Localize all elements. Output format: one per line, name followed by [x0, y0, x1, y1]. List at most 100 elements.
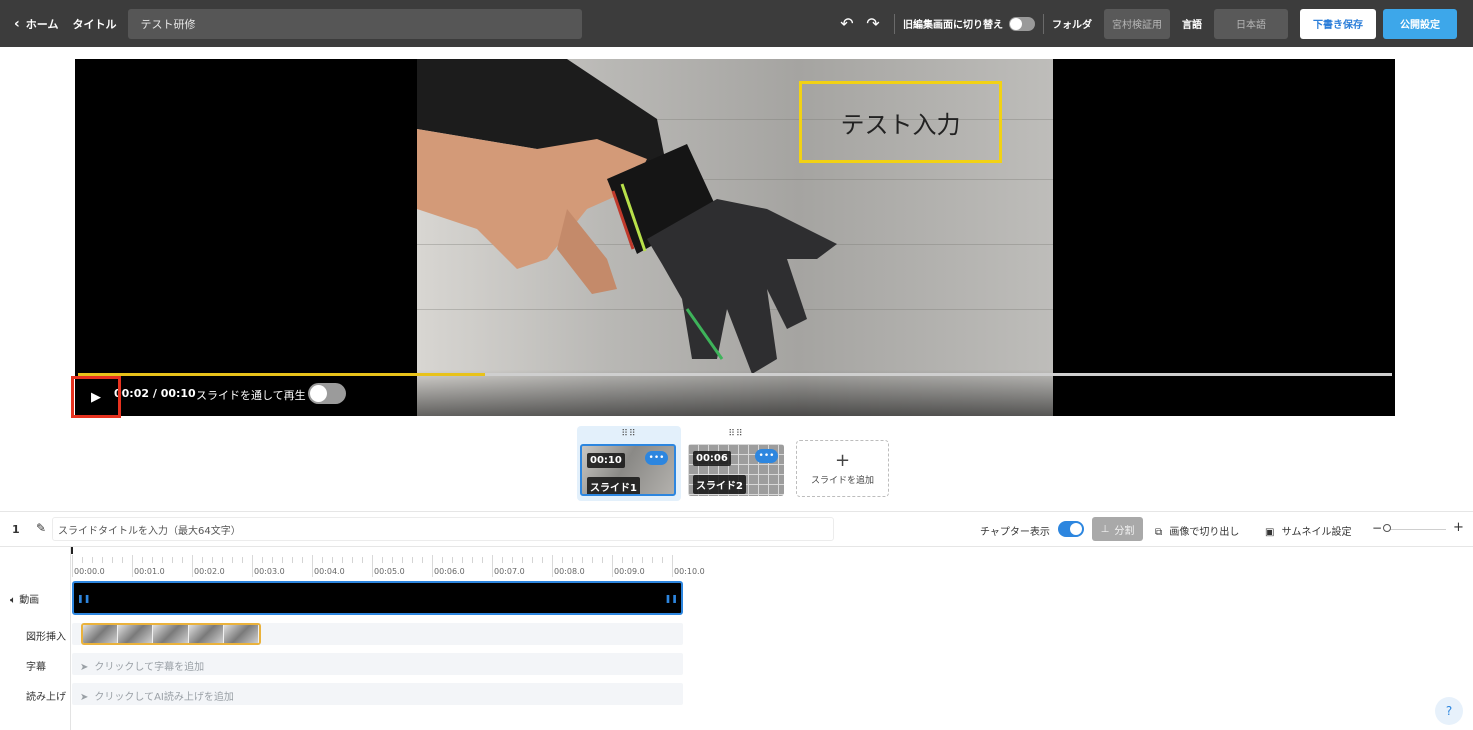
narration-hint[interactable]: ➤ クリックしてAI読み上げを追加: [80, 688, 234, 703]
ruler-tick-minor: [622, 557, 623, 563]
zoom-slider[interactable]: [1386, 529, 1446, 530]
slide-through-toggle[interactable]: [308, 383, 346, 404]
track-label-video: 🔈︎ 動画: [10, 595, 40, 606]
ruler-tick-major: [612, 555, 613, 577]
timeline: 00:00.0 00:01.0 00:02.0 00:03.0 00:04.0 00:05…: [0, 547, 1473, 730]
slide-card-1[interactable]: ⠿⠿ 00:10 スライド1 •••: [577, 426, 681, 501]
ruler-tick-minor: [112, 557, 113, 563]
ruler-tick-minor: [402, 557, 403, 563]
ruler-tick-major: [432, 555, 433, 577]
ruler-tick-minor: [512, 557, 513, 563]
progress-bar[interactable]: [78, 373, 1392, 376]
ruler-tick-major: [72, 555, 73, 577]
redo-icon[interactable]: ↷: [860, 14, 886, 33]
ruler-tick-minor: [422, 557, 423, 563]
top-bar: ‹ ホーム タイトル テスト研修 ↶ ↷ 旧編集画面に切り替え フォルダ 宮村検…: [0, 0, 1473, 47]
help-button[interactable]: ?: [1435, 697, 1463, 725]
ruler-tick-label: 00:07.0: [494, 567, 525, 576]
progress-fill: [78, 373, 486, 376]
ruler-tick-minor: [442, 557, 443, 563]
ruler-tick-minor: [592, 557, 593, 563]
ruler-tick-minor: [232, 557, 233, 563]
ruler-tick-minor: [272, 557, 273, 563]
cursor-icon: ➤: [80, 692, 89, 703]
chapter-display-label: チャプター表示: [980, 527, 1050, 538]
publish-settings-button[interactable]: 公開設定: [1383, 8, 1457, 39]
speaker-icon[interactable]: 🔈︎: [10, 595, 16, 606]
split-button[interactable]: ⊥ 分割: [1092, 517, 1143, 541]
ruler-tick-minor: [522, 557, 523, 563]
ruler-tick-minor: [462, 557, 463, 563]
ruler-tick-minor: [342, 557, 343, 563]
video-clip[interactable]: ❚❚ ❚❚: [72, 581, 683, 615]
zoom-out-button[interactable]: −: [1372, 521, 1382, 535]
more-icon[interactable]: •••: [755, 449, 778, 463]
timeline-ruler[interactable]: 00:00.0 00:01.0 00:02.0 00:03.0 00:04.0 00:05…: [72, 547, 712, 577]
chapter-display-toggle[interactable]: [1058, 521, 1084, 537]
ruler-tick-label: 00:08.0: [554, 567, 585, 576]
slide-toolbar: 1 ✎ スライドタイトルを入力（最大64文字） チャプター表示 ⊥ 分割 ⧉ 画…: [0, 511, 1473, 547]
ruler-tick-minor: [122, 557, 123, 563]
crop-icon: ⧉: [1155, 527, 1163, 538]
ruler-tick-minor: [482, 557, 483, 563]
language-select[interactable]: 日本語: [1214, 8, 1288, 39]
more-icon[interactable]: •••: [645, 451, 668, 465]
add-slide-button[interactable]: + スライドを追加: [796, 440, 889, 497]
ruler-tick-minor: [562, 557, 563, 563]
pencil-icon: ✎: [36, 521, 47, 535]
ruler-tick-minor: [142, 557, 143, 563]
trim-handle-right[interactable]: ❚❚: [665, 594, 678, 603]
zoom-slider-handle[interactable]: [1383, 524, 1391, 532]
ruler-tick-minor: [242, 557, 243, 563]
slide-thumbnail[interactable]: 00:06 スライド2 •••: [688, 444, 784, 496]
shape-clip[interactable]: [81, 623, 261, 645]
legacy-switch-toggle[interactable]: [1009, 16, 1035, 31]
slide-title-input[interactable]: スライドタイトルを入力（最大64文字）: [52, 517, 834, 541]
undo-icon[interactable]: ↶: [834, 14, 860, 33]
folder-label: フォルダ: [1052, 20, 1092, 31]
ruler-tick-minor: [362, 557, 363, 563]
plus-icon: +: [834, 449, 851, 471]
ruler-tick-label: 00:05.0: [374, 567, 405, 576]
chevron-left-icon: ‹: [14, 15, 20, 32]
ruler-tick-major: [492, 555, 493, 577]
ruler-tick-minor: [322, 557, 323, 563]
ruler-tick-minor: [202, 557, 203, 563]
trim-handle-left[interactable]: ❚❚: [77, 594, 90, 603]
crop-image-button[interactable]: ⧉ 画像で切り出し: [1155, 523, 1239, 538]
ruler-tick-minor: [532, 557, 533, 563]
video-player[interactable]: テスト入力: [75, 59, 1395, 416]
play-button[interactable]: ▶: [71, 376, 121, 418]
drag-handle-icon[interactable]: ⠿⠿: [577, 429, 681, 439]
slide-name: スライド2: [693, 475, 746, 494]
title-input[interactable]: テスト研修: [128, 8, 583, 39]
save-draft-button[interactable]: 下書き保存: [1300, 8, 1376, 39]
ruler-tick-minor: [222, 557, 223, 563]
ruler-tick-minor: [292, 557, 293, 563]
playhead[interactable]: [71, 547, 73, 554]
ruler-tick-major: [252, 555, 253, 577]
subtitle-hint[interactable]: ➤ クリックして字幕を追加: [80, 658, 204, 673]
ruler-tick-minor: [282, 557, 283, 563]
home-link[interactable]: ‹ ホーム: [14, 16, 58, 32]
folder-select[interactable]: 宮村検証用: [1104, 8, 1170, 39]
ruler-tick-label: 00:00.0: [74, 567, 105, 576]
text-overlay[interactable]: テスト入力: [799, 81, 1002, 163]
drag-handle-icon[interactable]: ⠿⠿: [685, 429, 787, 439]
track-label-narration: 読み上げ: [26, 692, 66, 703]
ruler-tick-minor: [652, 557, 653, 563]
ruler-tick-minor: [412, 557, 413, 563]
slide-card-2[interactable]: ⠿⠿ 00:06 スライド2 •••: [685, 426, 787, 501]
ruler-tick-minor: [602, 557, 603, 563]
ruler-tick-minor: [302, 557, 303, 563]
crop-label: 画像で切り出し: [1169, 527, 1240, 538]
ruler-tick-minor: [472, 557, 473, 563]
slide-thumbnail[interactable]: 00:10 スライド1 •••: [580, 444, 676, 496]
ruler-tick-minor: [352, 557, 353, 563]
ruler-tick-major: [312, 555, 313, 577]
thumbnail-settings-button[interactable]: ▣ サムネイル設定: [1265, 523, 1351, 538]
ruler-tick-minor: [662, 557, 663, 563]
zoom-in-button[interactable]: +: [1453, 520, 1464, 535]
ruler-tick-minor: [502, 557, 503, 563]
ruler-tick-minor: [642, 557, 643, 563]
